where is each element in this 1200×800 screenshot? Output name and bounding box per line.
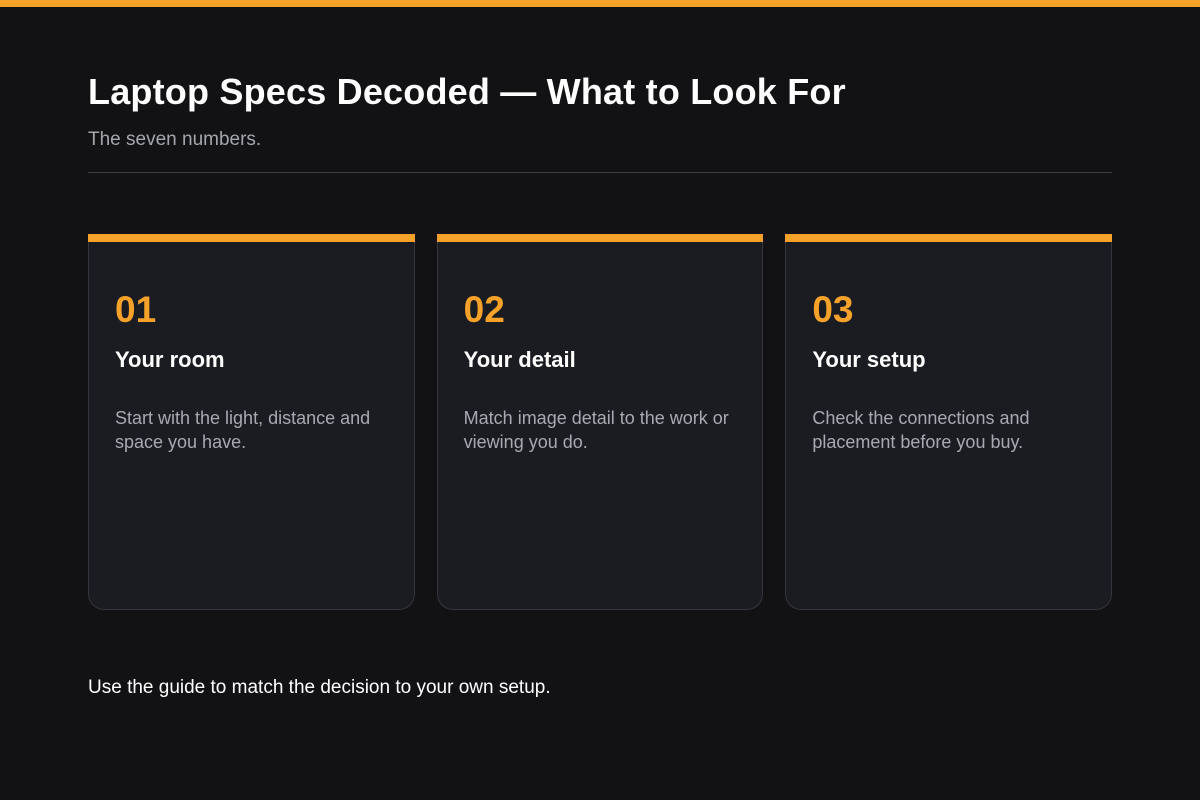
card-row: 01 Your room Start with the light, dista… — [88, 234, 1113, 610]
card-number: 02 — [463, 289, 505, 330]
header-divider — [88, 172, 1112, 173]
card-your-room: 01 Your room Start with the light, dista… — [88, 234, 415, 610]
card-your-setup: 03 Your setup Check the connections and … — [785, 234, 1113, 610]
card-body: Check the connections and placement befo… — [812, 408, 1030, 452]
card-your-detail: 02 Your detail Match image detail to the… — [436, 234, 764, 610]
card-body: Match image detail to the work or viewin… — [463, 408, 729, 452]
page-title: Laptop Specs Decoded — What to Look For — [88, 71, 846, 112]
card-heading: Your setup — [812, 347, 926, 372]
page-header: Laptop Specs Decoded — What to Look For … — [88, 70, 1112, 152]
card-accent-bar — [436, 234, 764, 242]
card-accent-bar — [785, 234, 1113, 242]
card-number: 03 — [812, 289, 854, 330]
card-heading: Your room — [115, 347, 225, 372]
card-body: Start with the light, distance and space… — [115, 408, 371, 452]
card-heading: Your detail — [463, 347, 576, 372]
top-accent-bar — [0, 0, 1200, 7]
footer-note: Use the guide to match the decision to y… — [88, 677, 551, 698]
page-subtitle: The seven numbers. — [88, 129, 262, 150]
card-accent-bar — [88, 234, 415, 242]
card-number: 01 — [115, 289, 157, 330]
